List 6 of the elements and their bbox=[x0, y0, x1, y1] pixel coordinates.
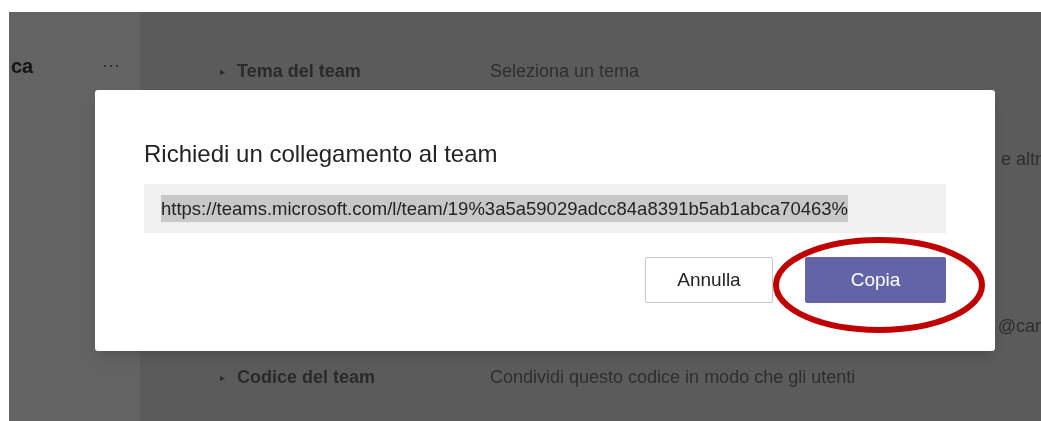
team-name: ca bbox=[11, 56, 34, 76]
dialog-title: Richiedi un collegamento al team bbox=[144, 139, 499, 169]
link-text: https://teams.microsoft.com/l/team/19%3a5a59029adcc84a8391b5ab1abca70463% bbox=[161, 194, 848, 223]
cancel-button[interactable]: Annulla bbox=[645, 257, 773, 303]
link-field[interactable]: https://teams.microsoft.com/l/team/19%3a5a59029adcc84a8391b5ab1abca70463% bbox=[144, 184, 946, 233]
copy-button[interactable]: Copia bbox=[805, 257, 946, 303]
